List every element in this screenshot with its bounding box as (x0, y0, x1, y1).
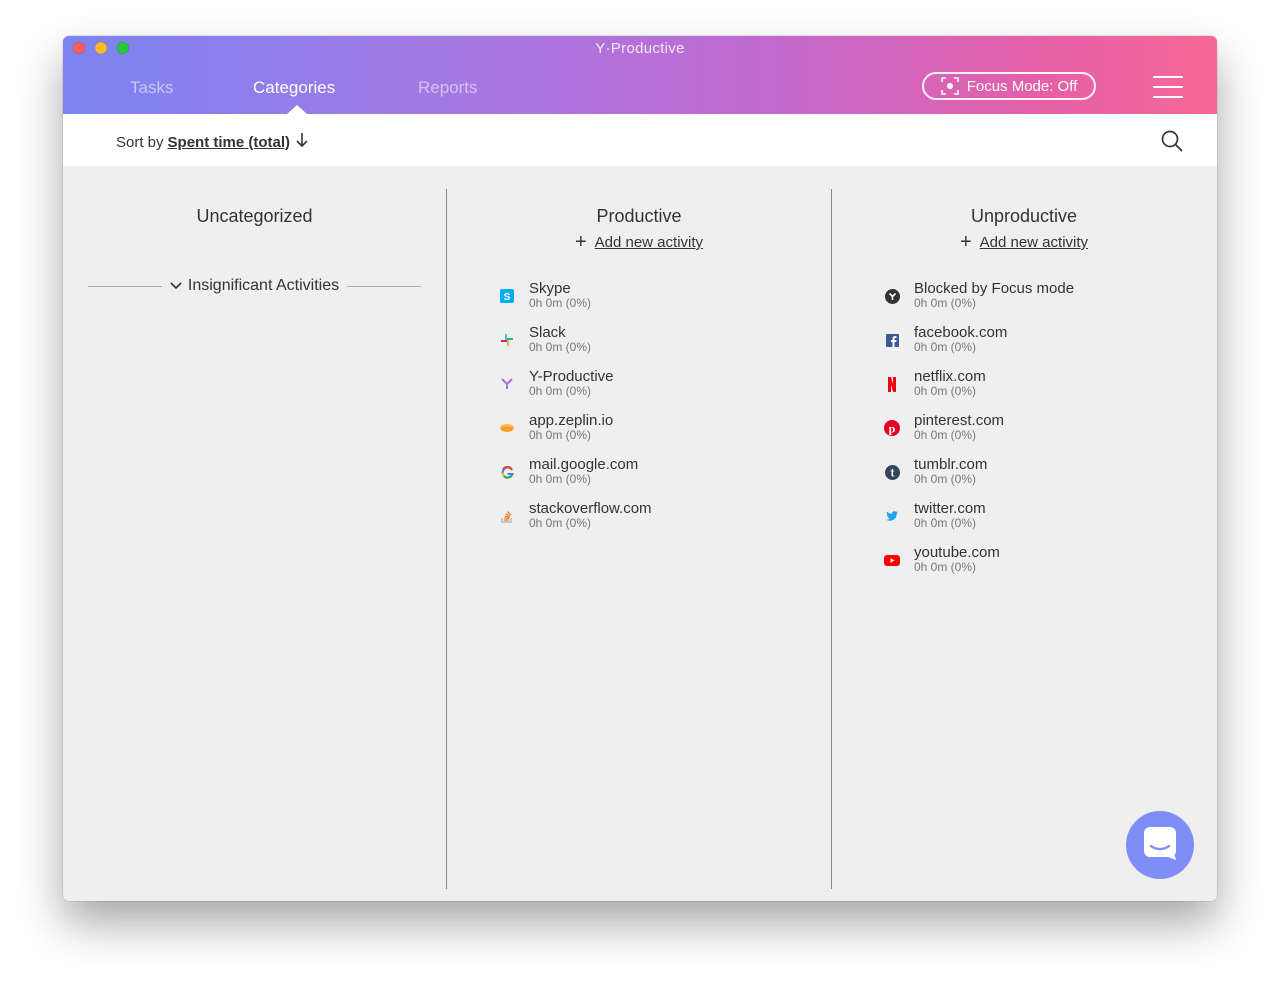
activity-name: pinterest.com (914, 412, 1005, 429)
categories-board: Uncategorized Insignificant Activities P… (63, 166, 1217, 901)
activity-name: app.zeplin.io (529, 412, 614, 429)
pinterest-icon: p (884, 420, 900, 436)
svg-text:p: p (889, 422, 896, 436)
header-bar: Y·Productive Tasks Categories Reports Fo… (63, 36, 1217, 114)
hamburger-menu-icon[interactable] (1153, 76, 1183, 98)
add-activity-link[interactable]: Add new activity (595, 234, 703, 251)
window-title: Y·Productive (595, 40, 685, 57)
column-unproductive: Unproductive + Add new activity Blocked … (832, 189, 1216, 889)
plus-icon: + (959, 231, 972, 253)
chevron-down-icon (170, 277, 182, 295)
add-activity-link[interactable]: Add new activity (980, 234, 1088, 251)
activity-name: twitter.com (914, 500, 986, 517)
sort-prefix: Sort by (116, 133, 164, 151)
activity-time: 0h 0m (0%) (529, 296, 592, 310)
svg-text:t: t (890, 467, 894, 479)
divider (347, 285, 421, 287)
column-title: Productive (596, 206, 682, 226)
group-label: Insignificant Activities (187, 277, 340, 294)
add-productive-activity-button[interactable]: + Add new activity (447, 231, 831, 253)
netflix-icon (884, 376, 900, 392)
activity-time: 0h 0m (0%) (529, 340, 592, 354)
activity-time: 0h 0m (0%) (914, 472, 977, 486)
slack-icon (499, 332, 515, 348)
activity-name: Slack (529, 324, 566, 341)
activity-time: 0h 0m (0%) (914, 340, 977, 354)
add-unproductive-activity-button[interactable]: + Add new activity (832, 231, 1216, 253)
focus-block-icon (884, 288, 900, 304)
app-window: Y·Productive Tasks Categories Reports Fo… (63, 36, 1217, 901)
y-productive-icon (499, 376, 515, 392)
tab-categories[interactable]: Categories (253, 78, 335, 98)
activity-name: facebook.com (914, 324, 1008, 341)
column-uncategorized: Uncategorized Insignificant Activities (63, 189, 446, 889)
activity-name: Y-Productive (529, 368, 614, 385)
focus-mode-label: Focus Mode: Off (966, 77, 1078, 95)
divider (88, 285, 162, 287)
activity-time: 0h 0m (0%) (914, 296, 977, 310)
active-tab-indicator (287, 105, 307, 114)
activity-name: stackoverflow.com (529, 500, 652, 517)
chat-bubble-icon (1143, 826, 1177, 865)
activity-name: Blocked by Focus mode (914, 280, 1075, 297)
activity-name: netflix.com (914, 368, 986, 385)
activity-time: 0h 0m (0%) (914, 560, 977, 574)
google-icon (499, 464, 515, 480)
activity-time: 0h 0m (0%) (914, 428, 977, 442)
tab-tasks[interactable]: Tasks (130, 78, 173, 98)
activity-name: youtube.com (914, 544, 1000, 561)
tab-reports[interactable]: Reports (418, 78, 478, 98)
column-title: Uncategorized (196, 206, 313, 226)
sort-toolbar: Sort by Spent time (total) (63, 114, 1217, 166)
activity-time: 0h 0m (0%) (529, 428, 592, 442)
svg-text:S: S (504, 292, 511, 303)
focus-mode-button[interactable]: Focus Mode: Off (922, 72, 1096, 100)
activity-time: 0h 0m (0%) (529, 384, 592, 398)
plus-icon: + (574, 231, 587, 253)
insignificant-activities-group[interactable]: Insignificant Activities (88, 277, 421, 295)
sort-control: Sort by Spent time (total) (116, 131, 310, 153)
twitter-icon (884, 508, 900, 524)
facebook-icon (884, 332, 900, 348)
activity-name: Skype (529, 280, 571, 297)
tumblr-icon: t (884, 464, 900, 480)
activity-time: 0h 0m (0%) (914, 516, 977, 530)
activity-name: mail.google.com (529, 456, 639, 473)
stackoverflow-icon (499, 508, 515, 524)
activity-time: 0h 0m (0%) (529, 516, 592, 530)
activity-time: 0h 0m (0%) (529, 472, 592, 486)
search-icon[interactable] (1160, 129, 1184, 153)
sort-direction-arrow-icon[interactable] (294, 131, 310, 153)
column-title: Unproductive (970, 206, 1078, 226)
sort-field-link[interactable]: Spent time (total) (168, 134, 291, 151)
youtube-icon (884, 552, 900, 568)
skype-icon: S (499, 288, 515, 304)
chat-support-button[interactable] (1126, 811, 1194, 879)
activity-time: 0h 0m (0%) (914, 384, 977, 398)
zeplin-icon (499, 420, 515, 436)
column-productive: Productive + Add new activity S Skype 0h… (447, 189, 831, 889)
focus-target-icon (940, 77, 959, 95)
activity-name: tumblr.com (914, 456, 988, 473)
